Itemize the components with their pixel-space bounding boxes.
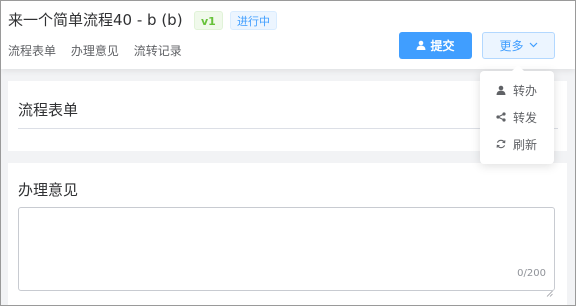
menu-item-refresh[interactable]: 刷新	[480, 132, 554, 156]
opinion-textarea[interactable]: 0/200	[18, 207, 555, 297]
chevron-down-icon	[529, 40, 538, 51]
tab-flow-records[interactable]: 流转记录	[134, 44, 182, 58]
resize-handle-icon[interactable]	[546, 282, 553, 297]
opinion-section: 办理意见 0/200	[8, 163, 567, 305]
menu-item-label: 刷新	[513, 137, 538, 152]
more-dropdown-menu: 转办 转发 刷新	[480, 65, 554, 164]
more-label: 更多	[499, 39, 524, 53]
menu-item-forward[interactable]: 转发	[480, 105, 554, 129]
char-counter: 0/200	[517, 268, 546, 279]
share-icon	[495, 112, 507, 122]
app-window: 来一个简单流程40 - b (b) v1 进行中 流程表单 办理意见 流转记录 …	[0, 0, 576, 306]
page-title: 来一个简单流程40 - b (b)	[8, 11, 183, 29]
section-title-process-form: 流程表单	[18, 101, 79, 119]
tab-process-form[interactable]: 流程表单	[8, 44, 56, 58]
submit-button[interactable]: 提交	[399, 32, 472, 59]
page-header: 来一个简单流程40 - b (b) v1 进行中 流程表单 办理意见 流转记录 …	[1, 1, 575, 69]
more-button[interactable]: 更多	[482, 32, 555, 59]
tab-opinions[interactable]: 办理意见	[71, 44, 119, 58]
user-icon	[416, 39, 426, 53]
user-icon	[495, 85, 507, 95]
menu-item-label: 转办	[513, 83, 538, 98]
refresh-icon	[495, 139, 507, 149]
dropdown-arrow	[512, 65, 524, 71]
version-tag: v1	[194, 11, 223, 30]
tab-bar: 流程表单 办理意见 流转记录	[8, 42, 193, 59]
menu-item-transfer[interactable]: 转办	[480, 78, 554, 102]
menu-item-label: 转发	[513, 110, 538, 125]
divider	[18, 128, 558, 129]
submit-label: 提交	[430, 39, 455, 53]
section-title-opinions: 办理意见	[18, 181, 79, 199]
status-badge: 进行中	[230, 11, 277, 30]
